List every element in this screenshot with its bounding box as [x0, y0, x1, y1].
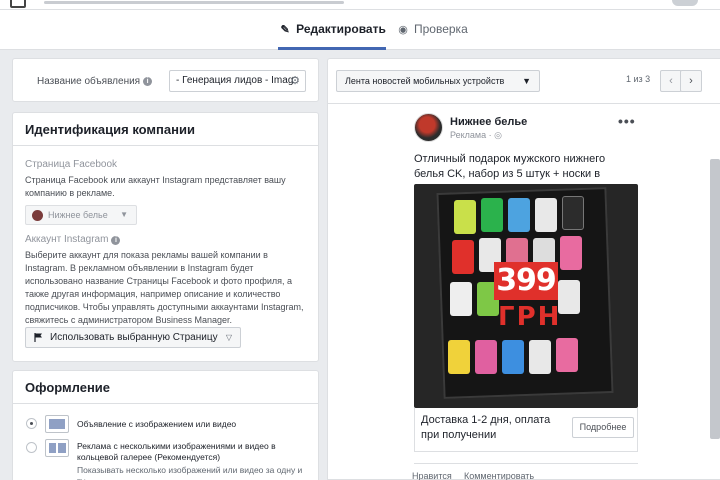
tab-edit-label: Редактировать	[296, 22, 386, 36]
use-selected-page-button[interactable]: Использовать выбранную Страницу ▽	[25, 327, 241, 348]
radio-single-media[interactable]	[26, 418, 37, 429]
identity-title: Идентификация компании	[25, 122, 195, 137]
divider	[414, 463, 638, 464]
gear-icon[interactable]: ⚙	[288, 74, 302, 88]
page-select-value: Нижнее белье	[48, 210, 108, 220]
more-options-icon[interactable]: •••	[618, 113, 636, 129]
tab-preview-label: Проверка	[414, 22, 468, 36]
learn-more-button[interactable]: Подробнее	[572, 417, 634, 438]
info-icon[interactable]: i	[111, 236, 121, 245]
instagram-desc: Выберите аккаунт для показа рекламы ваше…	[25, 250, 304, 325]
page-avatar	[32, 210, 43, 221]
top-strip	[0, 0, 720, 10]
pencil-icon: ✎	[280, 24, 290, 36]
placement-dropdown[interactable]: Лента новостей мобильных устройств ▼	[336, 70, 540, 92]
caret-down-icon: ▼	[522, 76, 531, 86]
single-image-icon	[45, 415, 69, 433]
page-select[interactable]: Нижнее белье ▼	[25, 205, 137, 225]
underwear-item	[508, 198, 530, 232]
option-carousel-desc: Показывать несколько изображений или вид…	[77, 465, 303, 480]
comment-action[interactable]: Комментировать	[464, 471, 534, 480]
ad-creative-image: 399 ГРН	[414, 184, 638, 408]
chevron-left-icon: ‹	[669, 75, 673, 87]
underwear-item	[452, 240, 474, 274]
tab-edit[interactable]: ✎ Редактировать	[278, 10, 386, 50]
underwear-item	[448, 340, 470, 374]
cta-headline: Доставка 1-2 дня, оплата при получении	[421, 414, 551, 441]
preview-pager: 1 из 3	[626, 74, 651, 84]
divider	[13, 403, 318, 404]
underwear-item	[556, 338, 578, 372]
caret-down-icon: ▽	[225, 333, 232, 342]
ad-preview-panel: Лента новостей мобильных устройств ▼ 1 и…	[327, 58, 720, 480]
underwear-item	[502, 340, 524, 374]
eye-icon: ◉	[398, 24, 408, 36]
underwear-item	[562, 196, 584, 230]
ad-name-input[interactable]: - Генерация лидов - Imag ⚙	[169, 70, 306, 92]
underwear-item	[560, 236, 582, 270]
next-button[interactable]: ›	[680, 70, 702, 92]
placement-value: Лента новостей мобильных устройств	[345, 76, 505, 86]
prev-button[interactable]: ‹	[660, 70, 682, 92]
facebook-page-desc: Страница Facebook или аккаунт Instagram …	[25, 175, 286, 198]
underwear-item	[481, 198, 503, 232]
page-avatar	[414, 113, 443, 142]
cta-bar: Доставка 1-2 дня, оплата при получении П…	[414, 408, 638, 452]
price-badge: 399	[494, 262, 558, 300]
info-icon[interactable]: i	[143, 77, 153, 86]
window-icon	[10, 0, 26, 8]
caret-down-icon: ▼	[120, 210, 128, 219]
like-action[interactable]: Нравится	[412, 471, 452, 480]
underwear-item	[529, 340, 551, 374]
underwear-item	[450, 282, 472, 316]
tab-preview[interactable]: ◉ Проверка	[396, 10, 468, 50]
option-carousel: Реклама с несколькими изображениями и ви…	[77, 441, 276, 462]
underwear-item	[454, 200, 476, 234]
identity-card: Идентификация компании Страница Facebook…	[12, 112, 319, 362]
chevron-right-icon: ›	[689, 75, 693, 87]
ad-post: Нижнее белье Реклама · ◎ ••• Отличный по…	[412, 105, 638, 480]
design-title: Оформление	[25, 380, 111, 395]
post-page-name[interactable]: Нижнее белье	[450, 116, 527, 128]
option-single-media: Объявление с изображением или видео	[77, 419, 237, 429]
divider	[13, 145, 318, 146]
instagram-label: Аккаунт Instagram i	[25, 234, 121, 245]
price-currency: ГРН	[498, 302, 562, 332]
post-sponsored: Реклама · ◎	[450, 130, 502, 140]
globe-icon: ◎	[494, 130, 502, 140]
ad-name-value: - Генерация лидов - Imag	[176, 75, 294, 86]
divider	[328, 103, 720, 104]
scrollbar[interactable]	[710, 159, 720, 439]
use-selected-page-label: Использовать выбранную Страницу	[50, 332, 218, 343]
radio-carousel[interactable]	[26, 442, 37, 453]
underwear-item	[535, 198, 557, 232]
ad-name-card: Название объявления i - Генерация лидов -…	[12, 58, 319, 102]
facebook-page-label: Страница Facebook	[25, 159, 118, 170]
cut-off-title	[44, 1, 344, 4]
flag-icon	[34, 333, 42, 342]
underwear-item	[475, 340, 497, 374]
ad-name-label: Название объявления i	[37, 76, 153, 87]
tab-bar: ✎ Редактировать ◉ Проверка	[0, 10, 720, 50]
carousel-icon	[45, 439, 69, 457]
toggle-switch[interactable]	[672, 0, 698, 6]
design-card: Оформление Объявление с изображением или…	[12, 370, 319, 480]
